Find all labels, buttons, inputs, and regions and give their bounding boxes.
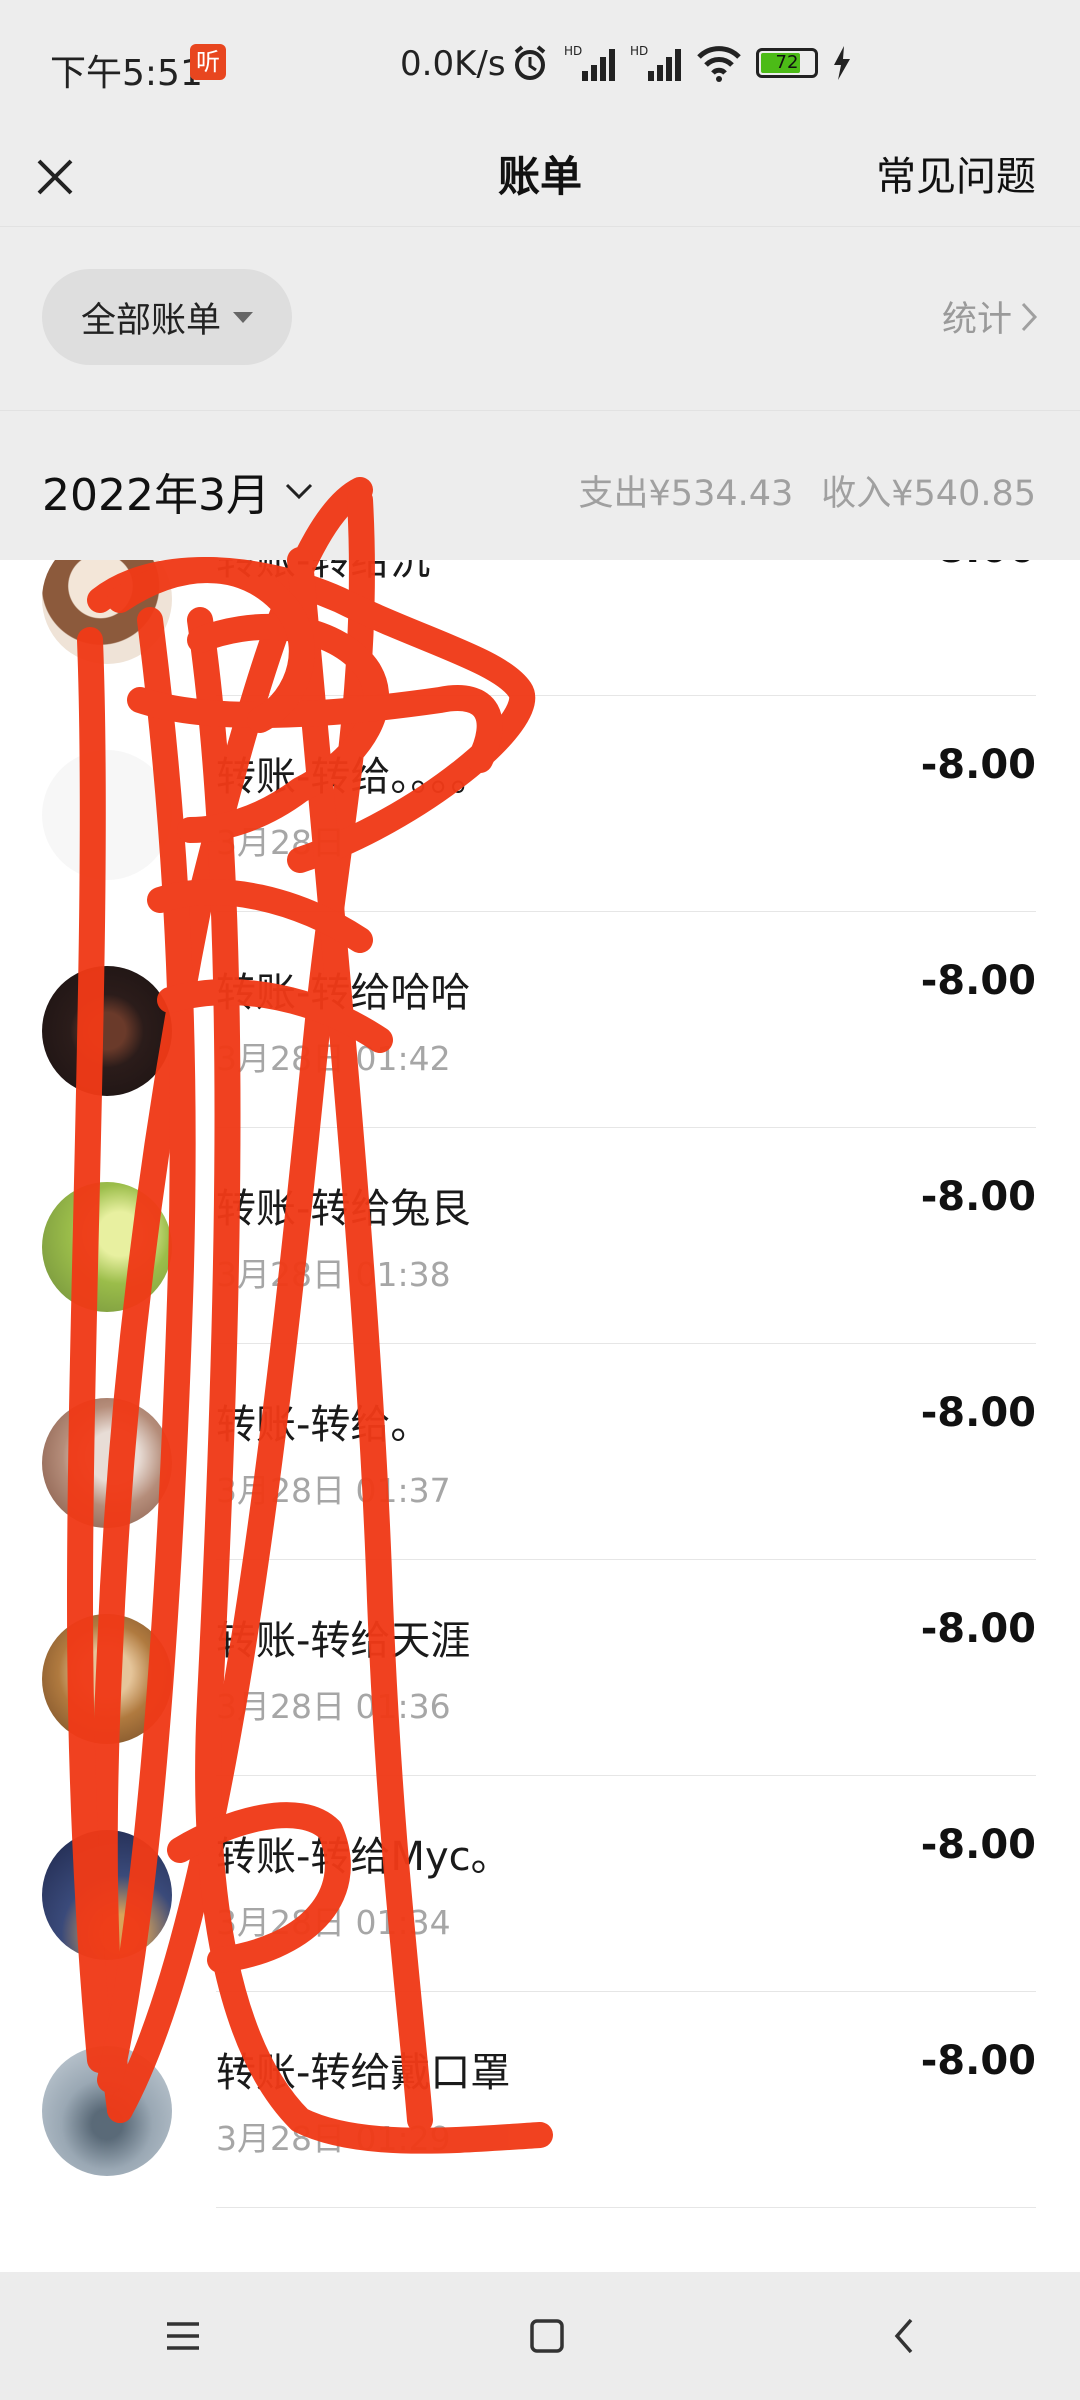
dropdown-triangle-icon — [233, 311, 253, 323]
list-item[interactable]: 转账-转给戴口罩 3月28日 01:29 -8.00 — [0, 1992, 1080, 2208]
transaction-time: 3月28日 01:29 — [216, 2119, 451, 2158]
avatar — [42, 560, 172, 664]
transaction-amount: -8.00 — [920, 958, 1036, 1004]
faq-link[interactable]: 常见问题 — [876, 128, 1036, 226]
transaction-title: 转账-转给兔艮 — [216, 1186, 471, 1232]
transaction-amount: -8.00 — [920, 1606, 1036, 1652]
transaction-time: 3月28日 01:36 — [216, 1687, 451, 1726]
transaction-title: 转账-转给Myc。 — [216, 1834, 511, 1880]
system-nav-bar — [0, 2272, 1080, 2400]
alarm-icon — [514, 45, 546, 80]
battery-icon: 72 — [756, 48, 818, 78]
month-header: 2022年3月 支出¥534.43 收入¥540.85 — [0, 410, 1080, 561]
month-selector[interactable]: 2022年3月 — [42, 459, 314, 523]
menu-icon[interactable] — [163, 2318, 203, 2354]
chevron-down-icon — [285, 483, 313, 500]
status-bar: 下午5:51 听 0.0K/s HD HD 72 — [0, 0, 1080, 128]
transaction-title: 转账-转给沉 — [216, 560, 431, 584]
signal-2-icon: HD — [630, 44, 681, 81]
notification-badge: 听 — [190, 44, 226, 80]
transaction-title: 转账-转给。。。。 — [216, 754, 491, 800]
list-item[interactable]: 转账-转给。 3月28日 01:37 -8.00 — [0, 1344, 1080, 1560]
avatar — [42, 1398, 172, 1528]
charging-icon — [834, 46, 850, 80]
stats-link[interactable]: 统计 — [942, 291, 1038, 342]
chevron-right-icon — [1021, 302, 1038, 331]
transaction-amount: -8.00 — [920, 1174, 1036, 1220]
status-time: 下午5:51 — [50, 53, 203, 94]
svg-text:HD: HD — [630, 44, 648, 58]
bill-type-filter[interactable]: 全部账单 — [42, 269, 292, 365]
transaction-time: 3月28日 01:42 — [216, 1039, 451, 1078]
transaction-title: 转账-转给哈哈 — [216, 970, 471, 1016]
transaction-amount: -8.00 — [921, 560, 1036, 572]
expense-total: 支出¥534.43 — [578, 474, 794, 514]
wifi-icon — [697, 46, 741, 82]
transaction-amount: -8.00 — [920, 1390, 1036, 1436]
list-item[interactable]: 转账-转给沉 -8.00 — [0, 560, 1080, 696]
divider — [216, 2207, 1036, 2208]
list-item[interactable]: 转账-转给兔艮 3月28日 01:38 -8.00 — [0, 1128, 1080, 1344]
transaction-amount: -8.00 — [920, 2038, 1036, 2084]
header: 账单 常见问题 — [0, 128, 1080, 226]
transaction-title: 转账-转给天涯 — [216, 1618, 471, 1664]
month-label: 2022年3月 — [42, 470, 270, 521]
list-item[interactable]: 转账-转给。。。。 3月28日 -8.00 — [0, 696, 1080, 912]
list-item[interactable]: 转账-转给Myc。 3月28日 01:34 -8.00 — [0, 1776, 1080, 1992]
avatar — [42, 1614, 172, 1744]
transaction-list: 转账-转给沉 -8.00 转账-转给。。。。 3月28日 -8.00 转账-转给… — [0, 560, 1080, 2272]
back-icon[interactable] — [891, 2316, 917, 2356]
list-item[interactable]: 转账-转给哈哈 3月28日 01:42 -8.00 — [0, 912, 1080, 1128]
transaction-title: 转账-转给。 — [216, 1402, 431, 1448]
transaction-amount: -8.00 — [920, 742, 1036, 788]
status-icons: HD HD 72 — [510, 38, 852, 88]
signal-1-icon: HD — [564, 44, 615, 81]
filter-label: 全部账单 — [80, 300, 221, 341]
avatar — [42, 1830, 172, 1960]
avatar — [42, 2046, 172, 2176]
income-total: 收入¥540.85 — [821, 474, 1036, 514]
home-icon[interactable] — [528, 2317, 566, 2355]
filter-bar: 全部账单 统计 — [0, 226, 1080, 411]
avatar — [42, 750, 172, 880]
stats-label: 统计 — [941, 300, 1012, 340]
svg-text:HD: HD — [564, 44, 582, 58]
transaction-time: 3月28日 01:38 — [216, 1255, 451, 1294]
transaction-time: 3月28日 01:37 — [216, 1471, 451, 1510]
transaction-time: 3月28日 — [216, 823, 345, 862]
battery-level: 72 — [775, 52, 799, 73]
transaction-amount: -8.00 — [920, 1822, 1036, 1868]
network-speed: 0.0K/s — [400, 44, 506, 84]
list-item[interactable]: 转账-转给天涯 3月28日 01:36 -8.00 — [0, 1560, 1080, 1776]
avatar — [42, 1182, 172, 1312]
transaction-title: 转账-转给戴口罩 — [216, 2050, 511, 2096]
avatar — [42, 966, 172, 1096]
transaction-time: 3月28日 01:34 — [216, 1903, 451, 1942]
month-summary: 支出¥534.43 收入¥540.85 — [579, 465, 1036, 516]
